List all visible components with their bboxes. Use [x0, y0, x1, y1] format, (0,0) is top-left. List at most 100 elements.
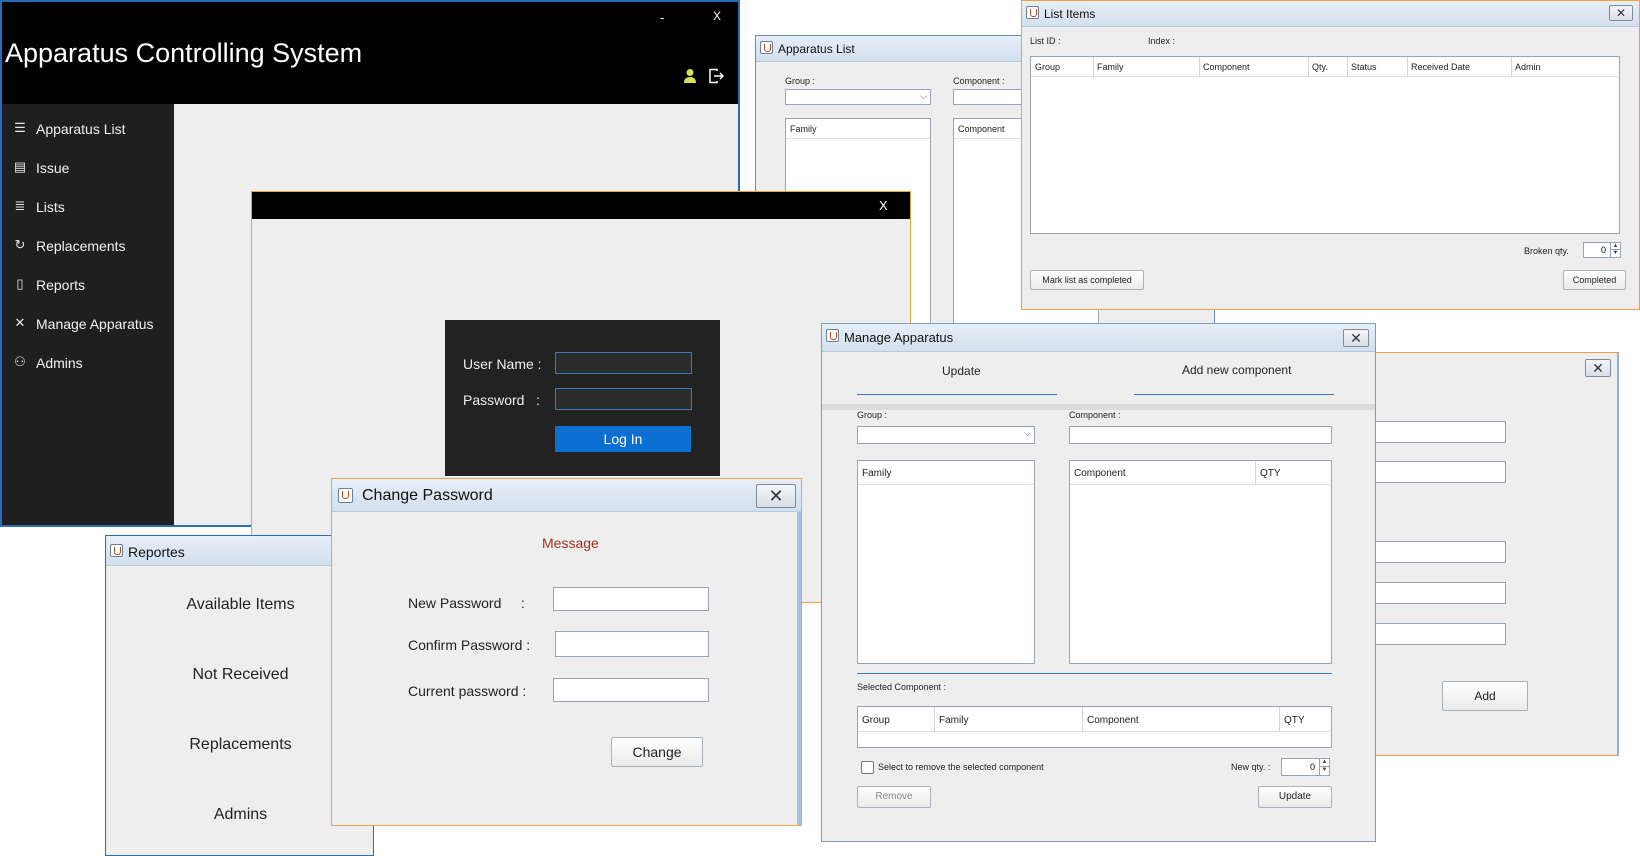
minimize-button[interactable]: -	[660, 10, 664, 25]
admins-icon: ⚇	[14, 354, 26, 369]
report-icon: ▯	[16, 276, 24, 291]
login-titlebar: X	[252, 192, 910, 219]
app-title: Apparatus Controlling System	[5, 38, 363, 68]
sidebar-item-lists[interactable]: ≣ Lists	[2, 192, 166, 222]
list-icon: ≣	[14, 198, 26, 213]
new-qty-value: 0	[1309, 762, 1315, 772]
java-icon	[760, 41, 773, 54]
chevron-down-icon: ⌵	[1024, 428, 1031, 438]
change-password-titlebar: Change Password	[332, 479, 801, 512]
col-admin: Admin	[1515, 62, 1541, 72]
chevron-down-icon: ⌵	[920, 91, 927, 101]
change-button[interactable]: Change	[611, 737, 703, 767]
confirm-password-input[interactable]	[555, 631, 709, 657]
sidebar-item-label: Manage Apparatus	[36, 316, 154, 332]
apparatus-list-title: Apparatus List	[778, 42, 855, 56]
add-button[interactable]: Add	[1442, 681, 1528, 711]
username-label: User Name :	[463, 356, 542, 372]
password-input[interactable]	[555, 388, 692, 410]
sidebar-item-label: Admins	[36, 355, 83, 371]
family-table-header: Family	[786, 119, 930, 139]
col-received-date: Received Date	[1411, 62, 1471, 72]
sidebar-item-manage-apparatus[interactable]: ✕ Manage Apparatus	[2, 309, 166, 339]
sidebar-item-admins[interactable]: ⚇ Admins	[2, 348, 166, 378]
sidebar-item-label: Reports	[36, 277, 86, 293]
change-password-close-button[interactable]: ✕	[756, 484, 796, 508]
java-icon	[338, 488, 353, 503]
family-header: Family	[790, 124, 817, 134]
spinner-up-icon[interactable]: ▲	[1610, 243, 1620, 250]
sidebar-item-label: Lists	[36, 199, 65, 215]
current-password-input[interactable]	[553, 678, 709, 702]
sidebar-item-replacements[interactable]: ↻ Replacements	[2, 231, 166, 261]
ma-family-header-row: Family	[858, 461, 1034, 485]
ma-component-header-row: Component QTY	[1070, 461, 1331, 485]
user-icon[interactable]	[683, 68, 697, 84]
list-items-table-header: Group Family Component Qty. Status Recei…	[1031, 57, 1619, 77]
tab-add-underline	[1134, 394, 1334, 395]
spinner-down-icon[interactable]: ▼	[1610, 250, 1620, 257]
search-list-icon: ☰	[14, 120, 26, 135]
ma-component-input[interactable]	[1069, 426, 1332, 444]
spinner-up-icon[interactable]: ▲	[1319, 759, 1329, 767]
spinner-down-icon[interactable]: ▼	[1319, 767, 1329, 775]
selected-component-header: Group Family Component QTY	[858, 707, 1331, 732]
list-items-table[interactable]: Group Family Component Qty. Status Recei…	[1030, 56, 1620, 234]
java-icon	[110, 544, 123, 557]
group-label: Group :	[785, 76, 816, 86]
broken-qty-spinner[interactable]: 0 ▲ ▼	[1583, 242, 1621, 258]
new-qty-spinner[interactable]: 0 ▲ ▼	[1281, 758, 1330, 776]
ma-component-table[interactable]: Component QTY	[1069, 460, 1332, 664]
ma-qty-header: QTY	[1260, 468, 1281, 479]
tab-add-new-component[interactable]: Add new component	[1182, 363, 1291, 377]
group-combo[interactable]: ⌵	[785, 89, 931, 105]
list-items-close-button[interactable]: ✕	[1609, 5, 1633, 21]
add-window-close-button[interactable]: ✕	[1585, 359, 1611, 377]
ma-group-combo[interactable]: ⌵	[857, 426, 1035, 444]
logout-icon[interactable]	[708, 68, 724, 84]
mark-list-completed-button[interactable]: Mark list as completed	[1030, 270, 1144, 290]
new-qty-label: New qty. :	[1231, 762, 1271, 772]
username-input[interactable]	[555, 352, 692, 374]
login-button[interactable]: Log In	[555, 426, 691, 452]
current-password-label: Current password :	[408, 683, 527, 699]
broken-qty-value: 0	[1600, 245, 1606, 255]
list-id-label: List ID :	[1030, 36, 1061, 46]
login-close-button[interactable]: X	[879, 198, 888, 213]
component-header: Component	[958, 124, 1005, 134]
manage-apparatus-window: Manage Apparatus ✕ Update Add new compon…	[821, 323, 1376, 842]
issue-icon: ▤	[13, 159, 27, 174]
sidebar-item-label: Apparatus List	[36, 121, 126, 137]
reports-title: Reportes	[128, 544, 185, 560]
sidebar-item-apparatus-list[interactable]: ☰ Apparatus List	[2, 114, 166, 144]
col-component: Component	[1203, 62, 1250, 72]
sidebar-item-label: Issue	[36, 160, 70, 176]
refresh-icon: ↻	[14, 237, 26, 252]
completed-button[interactable]: Completed	[1563, 270, 1626, 290]
sidebar-item-label: Replacements	[36, 238, 126, 254]
sidebar-item-issue[interactable]: ▤ Issue	[2, 153, 166, 183]
remove-button[interactable]: Remove	[857, 786, 931, 808]
new-password-input[interactable]	[553, 587, 709, 611]
status-message: Message	[542, 535, 599, 551]
sel-col-qty: QTY	[1284, 715, 1305, 726]
manage-apparatus-close-button[interactable]: ✕	[1343, 329, 1369, 347]
ma-family-table[interactable]: Family	[857, 460, 1035, 664]
sel-col-family: Family	[939, 715, 969, 726]
sidebar-item-reports[interactable]: ▯ Reports	[2, 270, 166, 300]
sidebar: ☰ Apparatus List ▤ Issue ≣ Lists ↻ Replaceme…	[2, 104, 174, 525]
selected-component-label: Selected Component :	[857, 682, 947, 692]
login-panel: User Name : Password : Log In	[445, 320, 720, 476]
remove-checkbox-label: Select to remove the selected component	[878, 762, 1044, 772]
ma-family-header: Family	[862, 468, 892, 479]
selected-component-table[interactable]: Group Family Component QTY	[857, 706, 1332, 748]
sel-col-group: Group	[862, 715, 890, 726]
manage-apparatus-titlebar: Manage Apparatus	[822, 324, 1375, 352]
col-group: Group	[1035, 62, 1061, 72]
remove-checkbox[interactable]	[861, 761, 874, 774]
ma-separator	[857, 673, 1332, 674]
update-button[interactable]: Update	[1258, 786, 1332, 808]
close-button[interactable]: X	[713, 9, 721, 23]
tab-update[interactable]: Update	[942, 364, 981, 378]
main-header: - X Apparatus Controlling System	[2, 2, 738, 104]
